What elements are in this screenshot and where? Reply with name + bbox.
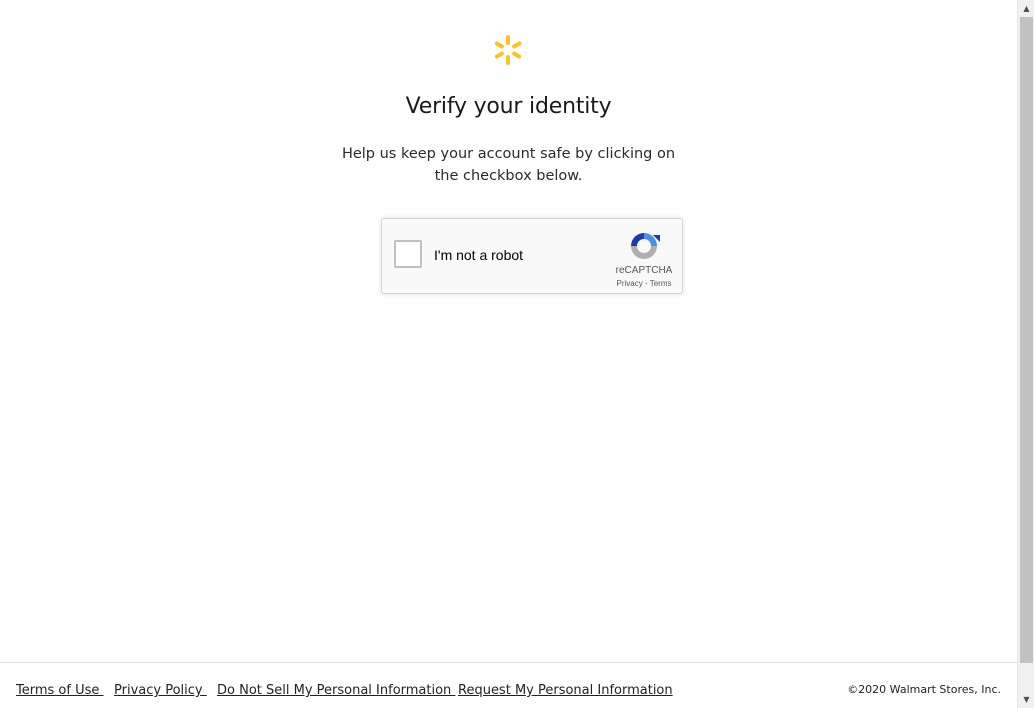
page-content: Verify your identity Help us keep your a… <box>0 0 1017 708</box>
browser-viewport: Verify your identity Help us keep your a… <box>0 0 1034 708</box>
footer-link-privacy-policy[interactable]: Privacy Policy <box>114 683 207 698</box>
recaptcha-logo-icon <box>631 233 660 259</box>
walmart-spark-icon <box>494 35 522 65</box>
scroll-down-arrow-icon[interactable]: ▼ <box>1018 691 1034 708</box>
recaptcha-privacy-link[interactable]: Privacy <box>617 279 643 288</box>
footer-link-do-not-sell[interactable]: Do Not Sell My Personal Information <box>217 683 455 698</box>
page-title: Verify your identity <box>405 94 612 119</box>
page-footer: Terms of Use Privacy Policy Do Not Sell … <box>0 662 1017 708</box>
recaptcha-links: Privacy - Terms <box>604 279 684 288</box>
footer-link-request-personal-info[interactable]: Request My Personal Information <box>458 683 673 698</box>
scroll-up-arrow-icon[interactable]: ▲ <box>1018 0 1034 17</box>
recaptcha-checkbox[interactable] <box>394 240 422 268</box>
recaptcha-widget: I'm not a robot reCAPTCHA Privacy - Term… <box>381 218 683 294</box>
recaptcha-brand: reCAPTCHA <box>615 265 673 276</box>
footer-link-terms-of-use[interactable]: Terms of Use <box>16 683 104 698</box>
recaptcha-terms-link[interactable]: Terms <box>650 279 672 288</box>
scrollbar-thumb[interactable] <box>1020 17 1033 663</box>
vertical-scrollbar[interactable]: ▲ ▼ <box>1017 0 1034 708</box>
footer-copyright: ©2020 Walmart Stores, Inc. <box>847 683 1001 696</box>
page-subtitle: Help us keep your account safe by clicki… <box>341 146 676 184</box>
recaptcha-checkbox-label[interactable]: I'm not a robot <box>434 247 523 263</box>
recaptcha-links-separator: - <box>642 279 650 288</box>
